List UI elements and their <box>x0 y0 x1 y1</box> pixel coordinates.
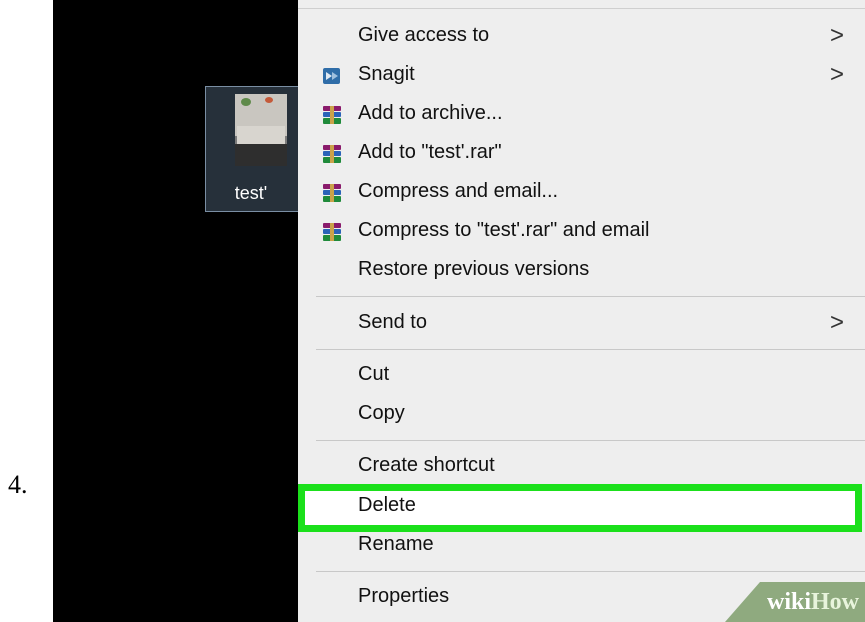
menu-item-label: Rename <box>358 533 434 555</box>
file-name-label: test' <box>234 183 268 203</box>
menu-item-label: Compress and email... <box>358 180 559 202</box>
menu-item-compress-and-email[interactable]: Compress and email... <box>298 174 865 212</box>
submenu-arrow-icon: > <box>830 61 845 88</box>
menu-item-label: Properties <box>358 585 450 607</box>
menu-separator <box>316 440 865 441</box>
menu-item-delete[interactable]: Delete <box>298 488 865 526</box>
menu-item-compress-to-rar-and-email[interactable]: Compress to "test'.rar" and email <box>298 213 865 251</box>
menu-item-create-shortcut[interactable]: Create shortcut <box>298 448 865 486</box>
menu-item-label: Snagit <box>358 63 415 85</box>
menu-top-edge <box>298 0 865 9</box>
step-number: 4. <box>8 470 28 499</box>
menu-item-label: Give access to <box>358 24 490 46</box>
menu-item-label: Delete <box>358 494 416 516</box>
desktop-screen: test' Give access to > Snagit > Add to a… <box>53 0 865 622</box>
menu-item-cut[interactable]: Cut <box>298 357 865 395</box>
menu-item-label: Copy <box>358 402 405 424</box>
menu-separator <box>316 349 865 350</box>
context-menu: Give access to > Snagit > Add to archive… <box>298 0 865 622</box>
submenu-arrow-icon: > <box>830 309 845 336</box>
menu-item-label: Add to archive... <box>358 102 503 124</box>
submenu-arrow-icon: > <box>830 22 845 49</box>
winrar-icon <box>320 181 344 205</box>
menu-item-add-to-archive[interactable]: Add to archive... <box>298 96 865 134</box>
menu-item-snagit[interactable]: Snagit > <box>298 57 865 95</box>
menu-item-label: Compress to "test'.rar" and email <box>358 219 650 241</box>
menu-item-send-to[interactable]: Send to > <box>298 305 865 343</box>
menu-separator <box>316 296 865 297</box>
file-icon-test[interactable]: test' <box>205 86 300 212</box>
menu-item-add-to-rar[interactable]: Add to "test'.rar" <box>298 135 865 173</box>
menu-item-restore-previous-versions[interactable]: Restore previous versions <box>298 252 865 290</box>
image-thumbnail-icon <box>235 94 287 166</box>
menu-item-give-access[interactable]: Give access to > <box>298 18 865 56</box>
menu-item-label: Restore previous versions <box>358 258 590 280</box>
menu-item-copy[interactable]: Copy <box>298 396 865 434</box>
winrar-icon <box>320 142 344 166</box>
watermark-how: How <box>811 589 859 615</box>
menu-separator <box>316 571 865 572</box>
menu-item-label: Add to "test'.rar" <box>358 141 502 163</box>
snagit-icon <box>320 64 344 88</box>
menu-item-rename[interactable]: Rename <box>298 527 865 565</box>
menu-item-label: Send to <box>358 311 427 333</box>
watermark-wiki: wiki <box>766 589 811 615</box>
winrar-icon <box>320 103 344 127</box>
menu-item-label: Create shortcut <box>358 454 495 476</box>
menu-item-label: Cut <box>358 363 390 385</box>
winrar-icon <box>320 220 344 244</box>
